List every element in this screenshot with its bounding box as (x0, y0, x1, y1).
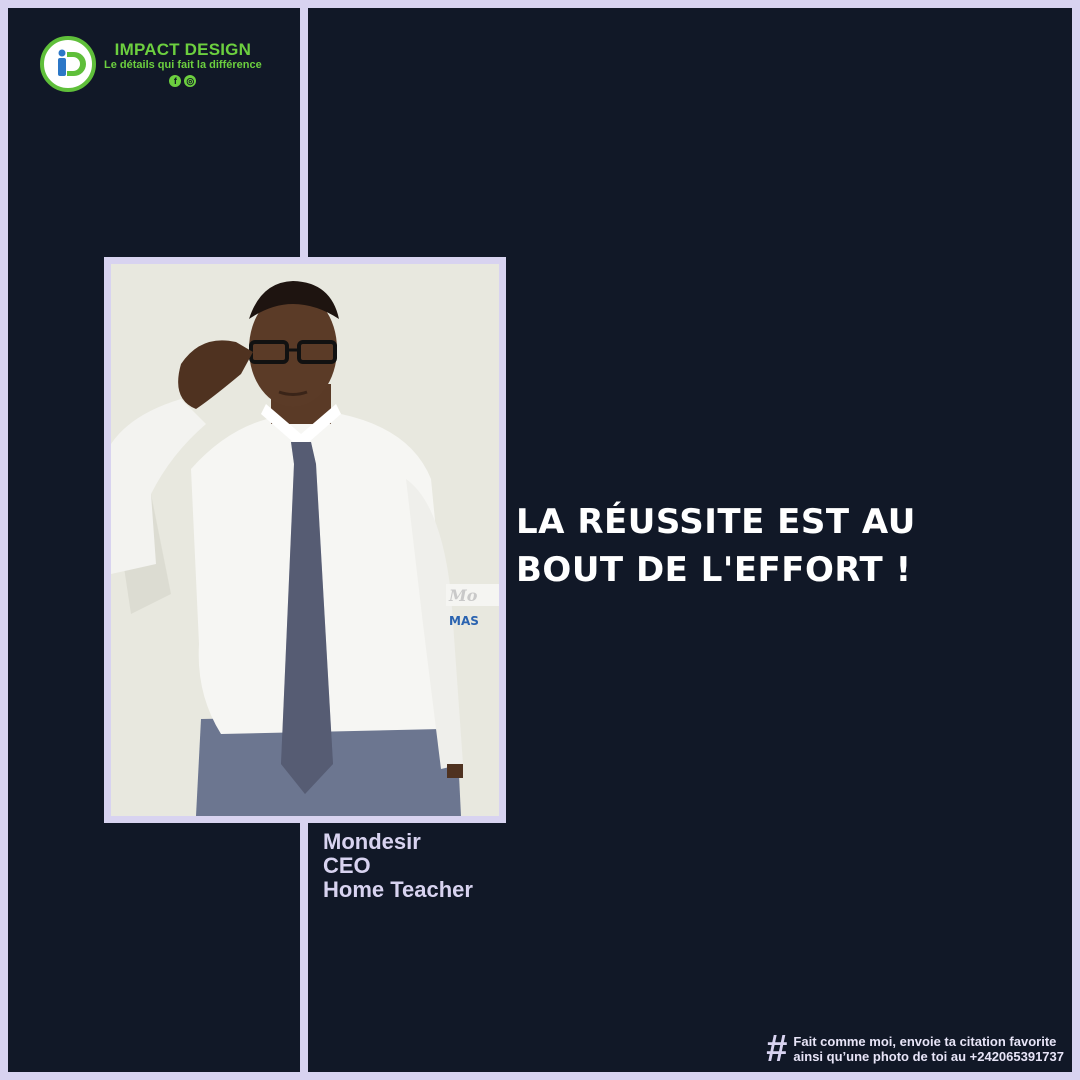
id-logo-icon (58, 49, 86, 76)
brand-logo (40, 36, 96, 92)
footer-text: Fait comme moi, envoie ta citation favor… (793, 1034, 1064, 1064)
hashtag-icon: # (766, 1028, 788, 1070)
person-role: CEO (323, 853, 371, 878)
photo-frame: Mo MAS (104, 257, 506, 823)
poster: IMPACT DESIGN Le détails qui fait la dif… (0, 0, 1080, 1080)
svg-text:Mo: Mo (448, 586, 478, 605)
svg-text:MAS: MAS (449, 614, 479, 628)
brand-tagline: Le détails qui fait la différence (104, 59, 262, 71)
person-title: Home Teacher (323, 877, 473, 902)
footer-line-2: ainsi qu’une photo de toi au +2420653917… (793, 1049, 1064, 1064)
quote-line-1: LA RÉUSSITE EST AU (516, 502, 916, 542)
portrait-illustration: Mo MAS (111, 264, 499, 816)
facebook-icon[interactable]: f (169, 75, 182, 87)
social-icons: f ◎ (104, 75, 262, 87)
brand-text: IMPACT DESIGN Le détails qui fait la dif… (104, 41, 262, 87)
person-name: Mondesir (323, 829, 421, 854)
person-caption: Mondesir CEO Home Teacher (323, 830, 473, 902)
instagram-icon[interactable]: ◎ (184, 75, 197, 87)
footer-line-1: Fait comme moi, envoie ta citation favor… (793, 1034, 1057, 1049)
brand-name: IMPACT DESIGN (114, 40, 252, 59)
footer-cta: # Fait comme moi, envoie ta citation fav… (766, 1030, 1064, 1068)
quote-line-2: BOUT DE L'EFFORT ! (516, 550, 912, 590)
quote: LA RÉUSSITE EST AU BOUT DE L'EFFORT ! (516, 498, 1056, 594)
brand-logo-block: IMPACT DESIGN Le détails qui fait la dif… (40, 36, 262, 92)
portrait-photo: Mo MAS (111, 264, 499, 816)
